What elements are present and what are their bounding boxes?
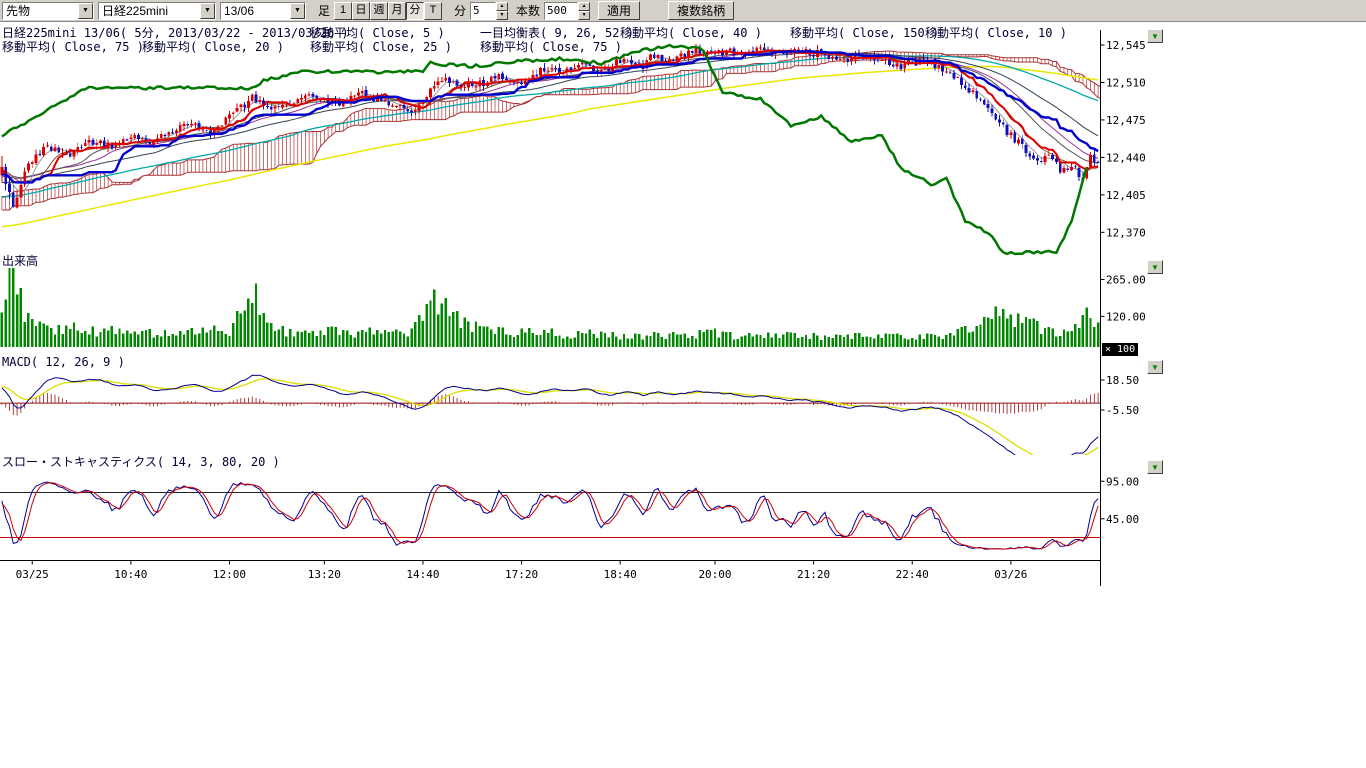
legend-item: 移動平均( Close, 40 ) (620, 26, 762, 40)
timeframe-label: 足 (318, 2, 330, 19)
ma-150-line (2, 66, 1098, 227)
legend-item: 移動平均( Close, 75 ) (2, 40, 144, 54)
time-tick-label: 22:40 (896, 568, 929, 581)
time-tick-label: 12:00 (213, 568, 246, 581)
period-button-T[interactable]: T (424, 2, 442, 20)
legend-item: 移動平均( Close, 150 ) (790, 26, 939, 40)
toolbar: 先物 ▼ 日経225mini ▼ 13/06 ▼ 足 1日週月分T 分 ▲ ▼ … (0, 0, 1366, 22)
contract-month-select[interactable]: 13/06 ▼ (220, 2, 306, 20)
ma-5-line (2, 50, 1098, 193)
macd-pane (0, 375, 1100, 465)
price-tick-label: 12,440 (1106, 151, 1146, 164)
minute-input[interactable] (470, 2, 496, 20)
volume-bars (2, 258, 1098, 347)
chevron-down-icon[interactable]: ▼ (290, 3, 305, 19)
minute-spinner: ▲ ▼ (470, 2, 508, 20)
period-button-1[interactable]: 1 (334, 2, 352, 20)
trading-app-window: { "toolbar": { "instrument_type": {"valu… (0, 0, 1366, 768)
time-tick-label: 13:20 (308, 568, 341, 581)
stoch-pane-title: スロー・ストキャスティクス( 14, 3, 80, 20 ) (2, 455, 280, 469)
time-tick-label: 20:00 (698, 568, 731, 581)
legend-item: 移動平均( Close, 75 ) (480, 40, 622, 54)
volume-tick-label: 265.00 (1106, 273, 1146, 286)
period-button-group: 1日週月分T (334, 2, 442, 20)
pane-menu-button-macd[interactable]: ▼ (1147, 360, 1163, 374)
period-button-日[interactable]: 日 (352, 2, 370, 20)
macd-pane-title: MACD( 12, 26, 9 ) (2, 355, 125, 369)
price-tick-label: 12,545 (1106, 39, 1146, 52)
chevron-down-icon[interactable]: ▼ (78, 3, 93, 19)
period-button-分[interactable]: 分 (406, 2, 424, 20)
time-tick-label: 18:40 (604, 568, 637, 581)
spin-up-icon[interactable]: ▲ (496, 2, 508, 11)
stoch-tick-label: 95.00 (1106, 475, 1139, 488)
time-tick-label: 03/26 (994, 568, 1027, 581)
period-button-週[interactable]: 週 (370, 2, 388, 20)
bar-count-label: 本数 (516, 2, 540, 19)
chart-canvas[interactable]: 12,545 12,510 12,475 12,440 12,405 12,370 265.… (0, 0, 1366, 768)
macd-tick-label: -5.50 (1106, 404, 1139, 417)
legend-item: 移動平均( Close, 20 ) (142, 40, 284, 54)
bar-count-spinner: ▲ ▼ (544, 2, 590, 20)
minute-unit-label: 分 (454, 2, 466, 19)
time-tick-label: 17:20 (505, 568, 538, 581)
symbol-select[interactable]: 日経225mini ▼ (98, 2, 216, 20)
stoch-tick-label: 45.00 (1106, 513, 1139, 526)
period-button-月[interactable]: 月 (388, 2, 406, 20)
green-triangle-icon: ▼ (1151, 363, 1159, 372)
macd-signal-line (2, 379, 1098, 460)
time-tick-label: 14:40 (406, 568, 439, 581)
spin-down-icon[interactable]: ▼ (496, 11, 508, 20)
spin-down-icon[interactable]: ▼ (578, 11, 590, 20)
bar-count-input[interactable] (544, 2, 578, 20)
pane-menu-button-volume[interactable]: ▼ (1147, 260, 1163, 274)
volume-tick-label: 120.00 (1106, 310, 1146, 323)
green-triangle-icon: ▼ (1151, 463, 1159, 472)
pane-menu-button-price[interactable]: ▼ (1147, 29, 1163, 43)
green-triangle-icon: ▼ (1151, 32, 1159, 41)
price-tick-label: 12,510 (1106, 76, 1146, 89)
pane-menu-button-stoch[interactable]: ▼ (1147, 460, 1163, 474)
contract-month-value: 13/06 (221, 4, 290, 18)
volume-pane-title: 出来高 (2, 253, 38, 268)
price-tick-label: 12,405 (1106, 189, 1146, 202)
ma-20-line (2, 52, 1098, 178)
price-tick-label: 12,370 (1106, 226, 1146, 239)
stochastics-pane (0, 482, 1100, 549)
symbol-value: 日経225mini (99, 2, 200, 19)
legend-item: 一目均衡表( 9, 26, 52 ) (480, 26, 634, 40)
instrument-type-select[interactable]: 先物 ▼ (2, 2, 94, 20)
multi-symbol-button[interactable]: 複数銘柄 (668, 1, 734, 20)
time-tick-label: 10:40 (114, 568, 147, 581)
green-triangle-icon: ▼ (1151, 263, 1159, 272)
time-tick-label: 03/25 (16, 568, 49, 581)
volume-multiplier-badge: × 100 (1102, 343, 1138, 356)
legend-item: 日経225mini 13/06( 5分, 2013/03/22 - 2013/0… (2, 26, 349, 40)
apply-button[interactable]: 適用 (598, 1, 640, 20)
time-tick-label: 21:20 (797, 568, 830, 581)
price-tick-label: 12,475 (1106, 114, 1146, 127)
macd-tick-label: 18.50 (1106, 374, 1139, 387)
spin-up-icon[interactable]: ▲ (578, 2, 590, 11)
legend-item: 移動平均( Close, 10 ) (925, 26, 1067, 40)
instrument-type-value: 先物 (3, 2, 78, 19)
chevron-down-icon[interactable]: ▼ (200, 3, 215, 19)
ma-25-line (2, 52, 1098, 179)
legend-item: 移動平均( Close, 5 ) (310, 26, 445, 40)
legend-item: 移動平均( Close, 25 ) (310, 40, 452, 54)
